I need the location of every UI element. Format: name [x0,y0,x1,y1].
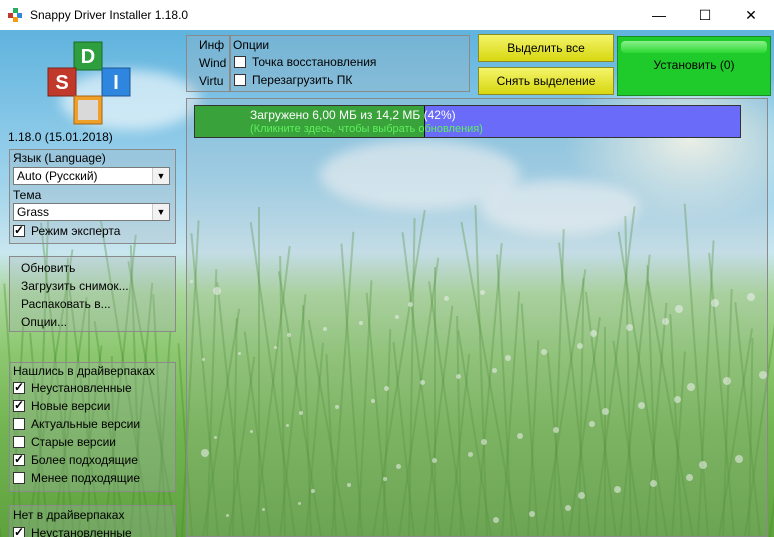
language-select[interactable]: Auto (Русский) ▼ [13,167,170,185]
options-title: Опции [233,38,270,52]
driver-list-area[interactable] [186,98,768,537]
options-panel: Опции Точка восстановления Перезагрузить… [230,35,470,92]
restore-point-checkbox[interactable] [234,56,246,68]
install-button-highlight [621,41,767,53]
theme-label: Тема [13,188,42,202]
progress-text: Загружено 6,00 МБ из 14,2 МБ (42%) [250,108,456,122]
svg-text:S: S [55,72,68,94]
info-line: Инф [199,38,225,52]
filter-checkbox[interactable] [13,380,25,394]
select-all-button[interactable]: Выделить все [478,34,614,62]
reboot-label: Перезагрузить ПК [252,73,353,87]
filter-label: Менее подходящие [31,471,141,485]
expert-mode-checkbox[interactable] [13,223,25,237]
filter-label: Более подходящие [31,453,138,467]
filter-checkbox[interactable] [13,436,25,448]
filter-checkbox[interactable] [13,452,25,466]
window-title: Snappy Driver Installer 1.18.0 [30,8,189,22]
grass-blade [769,265,774,537]
chevron-down-icon: ▼ [152,168,169,184]
maximize-button[interactable]: ☐ [682,0,728,30]
minimize-button[interactable]: — [636,0,682,30]
close-button[interactable]: ✕ [728,0,774,30]
filter-checkbox[interactable] [13,472,25,484]
refresh-link[interactable]: Обновить [21,261,75,275]
extract-to-link[interactable]: Распаковать в... [21,297,111,311]
filter-checkbox[interactable] [13,418,25,430]
filter-label: Неустановленные [31,381,132,395]
download-progress-bar[interactable]: Загружено 6,00 МБ из 14,2 МБ (42%) (Клик… [194,105,741,138]
progress-hint: (Кликните здесь, чтобы выбрать обновлени… [250,123,483,135]
filter-checkbox[interactable] [13,398,25,412]
filter-checkbox[interactable] [13,525,25,537]
chevron-down-icon: ▼ [152,204,169,220]
info-line: Virtu [199,74,224,88]
theme-value: Grass [17,205,50,219]
deselect-button[interactable]: Снять выделение [478,67,614,95]
expert-mode-label: Режим эксперта [31,224,121,238]
restore-point-label: Точка восстановления [252,55,377,69]
language-value: Auto (Русский) [17,169,98,183]
load-snapshot-link[interactable]: Загрузить снимок... [21,279,129,293]
found-filter-panel: Нашлись в драйверпаках Неустановленные Н… [9,362,176,492]
info-line: Wind [199,56,227,70]
missing-group-title: Нет в драйверпаках [13,508,125,522]
svg-text:D: D [81,46,95,68]
filter-label: Новые версии [31,399,111,413]
filter-label: Актуальные версии [31,417,141,431]
reboot-checkbox[interactable] [234,74,246,86]
language-label: Язык (Language) [13,151,106,165]
app-icon [8,8,22,22]
version-label: 1.18.0 (15.01.2018) [8,130,113,144]
install-button[interactable]: Установить (0) [617,36,771,96]
svg-text:I: I [113,72,119,94]
sdi-logo: D S I [47,41,131,125]
main-area: D S I 1.18.0 (15.01.2018) Язык (Language… [0,30,774,537]
system-info-panel: Инф Wind Virtu [186,35,230,92]
grass-blade [0,359,2,537]
missing-filter-panel: Нет в драйверпаках Неустановленные [9,505,176,537]
settings-panel: Язык (Language) Auto (Русский) ▼ Тема Gr… [9,149,176,244]
options-link[interactable]: Опции... [21,315,67,329]
install-button-label: Установить (0) [653,58,735,72]
actions-panel: Обновить Загрузить снимок... Распаковать… [9,256,176,332]
filter-label: Старые версии [31,435,117,449]
found-group-title: Нашлись в драйверпаках [13,364,155,378]
title-bar: Snappy Driver Installer 1.18.0 — ☐ ✕ [0,0,774,30]
filter-label: Неустановленные [31,526,132,537]
theme-select[interactable]: Grass ▼ [13,203,170,221]
